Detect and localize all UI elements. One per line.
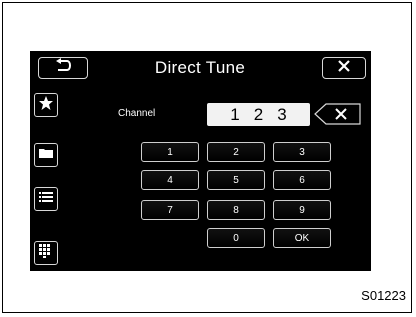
backspace-button[interactable] <box>314 103 362 125</box>
key-2[interactable]: 2 <box>207 142 265 162</box>
channel-digit: 2 <box>253 104 264 124</box>
back-button[interactable] <box>38 57 88 79</box>
star-icon <box>38 95 54 116</box>
folder-icon <box>39 146 53 164</box>
channel-display: 1 2 3 <box>207 103 310 126</box>
backspace-icon <box>334 107 348 126</box>
ok-button[interactable]: OK <box>273 228 331 248</box>
key-3[interactable]: 3 <box>273 142 331 162</box>
key-5[interactable]: 5 <box>207 170 265 190</box>
key-9[interactable]: 9 <box>273 200 331 220</box>
sidebar-item-favorites[interactable] <box>34 93 58 117</box>
sidebar-item-folder[interactable] <box>34 143 58 167</box>
channel-digit: 3 <box>277 104 287 124</box>
key-8[interactable]: 8 <box>207 200 265 220</box>
key-1[interactable]: 1 <box>141 142 199 162</box>
close-button[interactable] <box>322 57 366 79</box>
channel-digit: 1 <box>230 104 240 124</box>
key-6[interactable]: 6 <box>273 170 331 190</box>
sidebar-item-list[interactable] <box>34 187 58 211</box>
keypad-icon <box>39 243 53 263</box>
back-arrow-icon <box>52 57 74 79</box>
figure-code: S01223 <box>361 288 406 303</box>
list-icon <box>39 190 53 208</box>
sidebar-item-keypad[interactable] <box>34 241 58 265</box>
key-4[interactable]: 4 <box>141 170 199 190</box>
close-icon <box>337 59 351 78</box>
key-0[interactable]: 0 <box>207 228 265 248</box>
channel-label: Channel <box>118 108 156 119</box>
page-title: Direct Tune <box>154 58 246 77</box>
key-7[interactable]: 7 <box>141 200 199 220</box>
direct-tune-screen: Direct Tune Channel 1 2 3 1 2 3 4 5 6 7 … <box>30 51 371 271</box>
